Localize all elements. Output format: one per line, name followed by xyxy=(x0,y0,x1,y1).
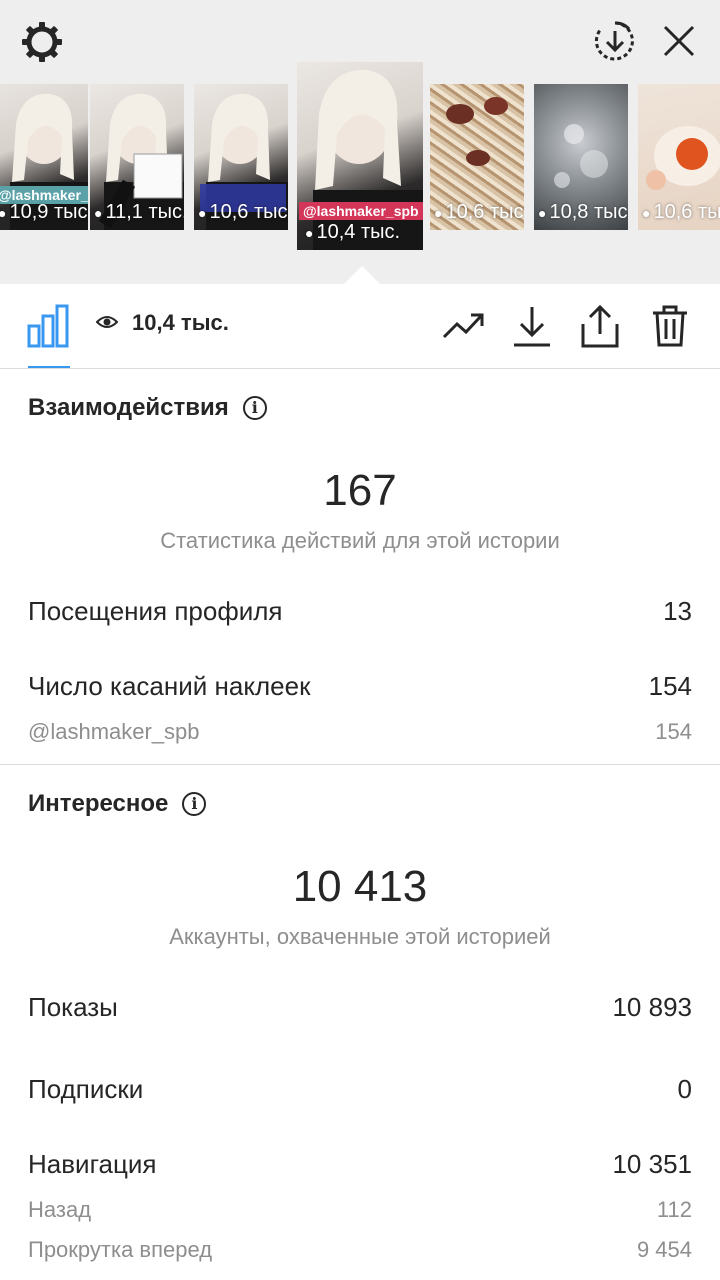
stat-value: 154 xyxy=(655,719,692,744)
story-thumbnail-strip[interactable]: @lashmaker_spb ● 10,9 тыс. ● 11,1 тыс. xyxy=(0,62,720,252)
views-summary: 10,4 тыс. xyxy=(95,310,229,336)
eye-icon xyxy=(95,310,119,336)
stat-row-sticker-taps: Число касаний наклеек 154 xyxy=(28,671,692,702)
story-thumbnail[interactable]: ● 10,6 тыс. xyxy=(430,84,524,230)
download-icon[interactable] xyxy=(508,302,556,350)
story-thumbnail[interactable]: ● 10,6 тыс. xyxy=(638,84,720,230)
gear-icon[interactable] xyxy=(18,18,66,66)
interactions-total-label: Статистика действий для этой истории xyxy=(160,528,560,553)
thumbnail-views: ● 10,9 тыс. xyxy=(0,201,88,223)
info-icon[interactable]: i xyxy=(182,792,207,816)
share-icon[interactable] xyxy=(576,302,624,350)
insights-toolbar: 10,4 тыс. xyxy=(0,284,720,369)
eye-icon: ● xyxy=(0,204,7,221)
stat-value: 13 xyxy=(663,596,692,626)
views-count: 10,4 тыс. xyxy=(132,310,229,335)
thumbnail-tag: @lashmaker_spb xyxy=(299,202,423,220)
discovery-total-label: Аккаунты, охваченные этой историей xyxy=(169,924,551,949)
stat-label: Число касаний наклеек xyxy=(28,671,311,701)
stat-label: @lashmaker_spb xyxy=(28,719,200,744)
stat-subrow-forward: Прокрутка вперед 9 454 xyxy=(28,1237,692,1263)
story-thumbnail[interactable]: ● 10,8 тыс. xyxy=(534,84,628,230)
thumbnail-views: ● 10,4 тыс. xyxy=(305,221,401,243)
eye-icon: ● xyxy=(434,204,443,221)
discovery-title: Интересное i xyxy=(28,790,207,818)
thumbnail-views: ● 10,8 тыс. xyxy=(538,201,628,223)
stat-subrow-sticker: @lashmaker_spb 154 xyxy=(28,719,692,745)
eye-icon: ● xyxy=(94,204,103,221)
thumbnail-views: ● 10,6 тыс. xyxy=(642,201,720,223)
trending-icon[interactable] xyxy=(440,302,488,350)
story-thumbnail[interactable]: @lashmaker_spb ● 10,9 тыс. xyxy=(0,84,88,230)
stat-value: 10 893 xyxy=(612,992,692,1022)
download-circle-icon[interactable] xyxy=(592,18,638,64)
eye-icon: ● xyxy=(198,204,207,221)
active-tab-indicator xyxy=(28,366,70,368)
stat-value: 112 xyxy=(656,1197,692,1222)
close-icon[interactable] xyxy=(656,18,702,64)
discovery-total: 10 413 xyxy=(292,862,428,911)
bar-chart-icon[interactable] xyxy=(26,304,70,348)
stat-subrow-back: Назад 112 xyxy=(28,1197,692,1223)
stat-row-navigation: Навигация 10 351 xyxy=(28,1149,692,1180)
stat-row-impressions: Показы 10 893 xyxy=(28,992,692,1023)
story-header: @lashmaker_spb ● 10,9 тыс. ● 11,1 тыс. xyxy=(0,0,720,284)
stat-value: 10 351 xyxy=(612,1149,692,1179)
stat-label: Прокрутка вперед xyxy=(28,1237,213,1262)
stat-row-profile-visits: Посещения профиля 13 xyxy=(28,596,692,627)
interactions-total: 167 xyxy=(323,466,397,515)
trash-icon[interactable] xyxy=(646,302,694,350)
stat-row-follows: Подписки 0 xyxy=(28,1074,692,1105)
interactions-title: Взаимодействия i xyxy=(28,394,267,422)
stat-label: Посещения профиля xyxy=(28,596,283,626)
active-pointer xyxy=(344,266,380,284)
stat-value: 9 454 xyxy=(636,1237,692,1262)
story-thumbnail[interactable]: ● 11,1 тыс. xyxy=(90,84,184,230)
stat-value: 154 xyxy=(648,671,692,701)
thumbnail-views: ● 10,6 тыс. xyxy=(198,201,288,223)
eye-icon: ● xyxy=(538,204,547,221)
thumbnail-views: ● 11,1 тыс. xyxy=(94,201,184,223)
stat-value: 0 xyxy=(677,1074,692,1104)
stat-label: Показы xyxy=(28,992,118,1022)
stat-label: Назад xyxy=(28,1197,92,1222)
story-thumbnail-active[interactable]: @lashmaker_spb ● 10,4 тыс. xyxy=(297,62,423,250)
info-icon[interactable]: i xyxy=(242,396,267,420)
eye-icon: ● xyxy=(305,224,314,241)
thumbnail-views: ● 10,6 тыс. xyxy=(434,201,524,223)
story-thumbnail[interactable]: ● 10,6 тыс. xyxy=(194,84,288,230)
eye-icon: ● xyxy=(642,204,651,221)
stat-label: Подписки xyxy=(28,1074,144,1104)
stat-label: Навигация xyxy=(28,1149,157,1179)
section-divider xyxy=(0,764,720,765)
